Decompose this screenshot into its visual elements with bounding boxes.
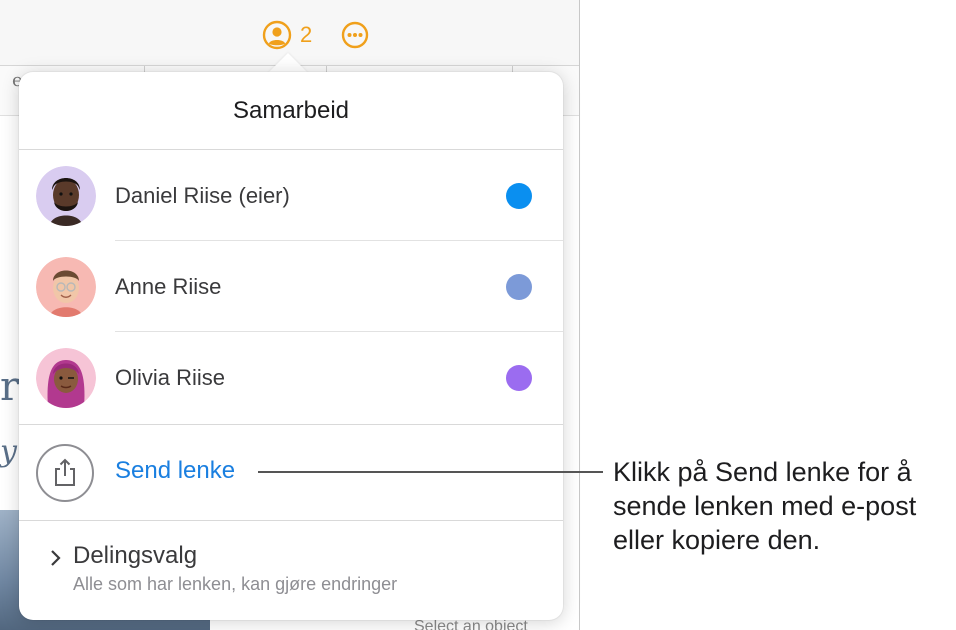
callout-text: Klikk på Send lenke for å sende lenken m… [613, 457, 917, 555]
collaborate-button[interactable]: 2 [262, 20, 312, 50]
participant-row[interactable]: Anne Riise [19, 241, 563, 332]
callout-line [258, 471, 603, 473]
popover-title: Samarbeid [19, 72, 563, 150]
popover-arrow [268, 53, 308, 73]
more-options-icon[interactable] [341, 21, 369, 49]
participant-name: Daniel Riise (eier) [115, 182, 290, 208]
share-icon [55, 458, 75, 486]
sharing-options-row[interactable]: Delingsvalg Alle som har lenken, kan gjø… [19, 521, 563, 620]
participant-color-dot [506, 364, 532, 391]
share-button[interactable] [36, 444, 94, 502]
person-circle-icon [262, 20, 292, 50]
avatar [36, 347, 96, 408]
send-link-label[interactable]: Send lenke [115, 457, 235, 485]
collaboration-popover: Samarbeid Daniel Riise (eier) Anne Riise… [19, 72, 563, 620]
chevron-right-icon [51, 550, 61, 566]
sharing-options-title: Delingsvalg [73, 542, 198, 569]
participant-name: Anne Riise [115, 273, 222, 299]
participant-name: Olivia Riise [115, 364, 226, 390]
participant-row[interactable]: Olivia Riise [19, 332, 563, 423]
participant-row[interactable]: Daniel Riise (eier) [19, 150, 563, 241]
sharing-options-subtitle: Alle som har lenken, kan gjøre endringer [73, 574, 398, 594]
participant-color-dot [506, 182, 532, 209]
avatar [36, 256, 96, 317]
collaborator-count: 2 [300, 22, 313, 47]
send-link-row[interactable]: Send lenke [19, 425, 563, 520]
avatar [36, 165, 96, 226]
participant-color-dot [506, 273, 532, 300]
